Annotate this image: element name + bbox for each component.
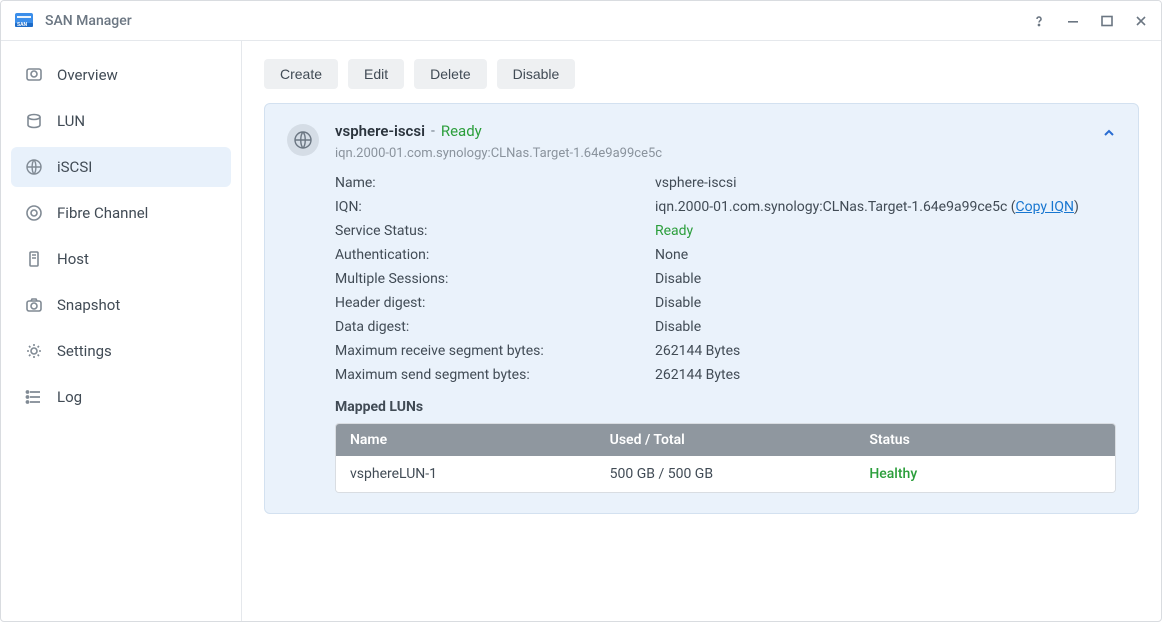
disk-icon [25, 112, 43, 130]
table-row[interactable]: vsphereLUN-1 500 GB / 500 GB Healthy [336, 456, 1115, 492]
field-sess-val: Disable [655, 271, 1116, 287]
svg-text:SAN: SAN [17, 22, 27, 28]
create-button[interactable]: Create [264, 59, 338, 89]
target-details: Name: vsphere-iscsi IQN: iqn.2000-01.com… [335, 175, 1116, 383]
table-header: Name Used / Total Status [336, 424, 1115, 456]
field-sess-key: Multiple Sessions: [335, 271, 655, 287]
minimize-icon[interactable] [1065, 13, 1081, 29]
body: Overview LUN iSCSI Fibre Channel Host Sn… [1, 41, 1161, 621]
col-used: Used / Total [596, 424, 856, 456]
field-data-key: Data digest: [335, 319, 655, 335]
content: Create Edit Delete Disable vsphere-iscsi… [242, 41, 1161, 621]
sidebar-item-settings[interactable]: Settings [11, 331, 231, 371]
toolbar: Create Edit Delete Disable [264, 59, 1139, 89]
field-mrs-val: 262144 Bytes [655, 343, 1116, 359]
sidebar-item-label: Snapshot [57, 296, 120, 314]
col-name: Name [336, 424, 596, 456]
delete-button[interactable]: Delete [414, 59, 486, 89]
dashboard-icon [25, 66, 43, 84]
disable-button[interactable]: Disable [497, 59, 576, 89]
field-name-val: vsphere-iscsi [655, 175, 1116, 191]
field-data-val: Disable [655, 319, 1116, 335]
field-hdr-val: Disable [655, 295, 1116, 311]
field-name-key: Name: [335, 175, 655, 191]
cell-status: Healthy [855, 456, 1115, 492]
field-iqn-val: iqn.2000-01.com.synology:CLNas.Target-1.… [655, 199, 1116, 215]
titlebar: SAN SAN Manager [1, 1, 1161, 41]
sidebar-item-snapshot[interactable]: Snapshot [11, 285, 231, 325]
sidebar-item-iscsi[interactable]: iSCSI [11, 147, 231, 187]
target-globe-icon [287, 124, 319, 156]
field-iqn-key: IQN: [335, 199, 655, 215]
camera-icon [25, 296, 43, 314]
target-iqn-subtitle: iqn.2000-01.com.synology:CLNas.Target-1.… [335, 146, 662, 161]
mapped-luns-heading: Mapped LUNs [335, 399, 1116, 415]
sidebar-item-lun[interactable]: LUN [11, 101, 231, 141]
copy-iqn-link[interactable]: Copy IQN [1016, 199, 1074, 215]
field-iqn-text: iqn.2000-01.com.synology:CLNas.Target-1.… [655, 199, 1007, 215]
field-mss-val: 262144 Bytes [655, 367, 1116, 383]
panel-header: vsphere-iscsi - Ready iqn.2000-01.com.sy… [287, 122, 1116, 161]
san-manager-window: SAN SAN Manager Overview LUN iSCSI [0, 0, 1162, 622]
field-mss-key: Maximum send segment bytes: [335, 367, 655, 383]
maximize-icon[interactable] [1099, 13, 1115, 29]
sidebar-item-label: Log [57, 388, 82, 406]
field-mrs-key: Maximum receive segment bytes: [335, 343, 655, 359]
cell-used: 500 GB / 500 GB [596, 456, 856, 492]
sidebar-item-host[interactable]: Host [11, 239, 231, 279]
close-icon[interactable] [1133, 13, 1149, 29]
col-status: Status [855, 424, 1115, 456]
app-icon: SAN [13, 10, 35, 32]
help-icon[interactable] [1031, 13, 1047, 29]
field-svc-key: Service Status: [335, 223, 655, 239]
field-svc-val: Ready [655, 223, 1116, 239]
gear-icon [25, 342, 43, 360]
field-auth-key: Authentication: [335, 247, 655, 263]
field-auth-val: None [655, 247, 1116, 263]
sidebar-item-label: Fibre Channel [57, 204, 148, 222]
sidebar: Overview LUN iSCSI Fibre Channel Host Sn… [1, 41, 242, 621]
panel-title-block: vsphere-iscsi - Ready iqn.2000-01.com.sy… [335, 122, 662, 161]
target-name: vsphere-iscsi [335, 122, 425, 140]
edit-button[interactable]: Edit [348, 59, 404, 89]
mapped-luns-table: Name Used / Total Status vsphereLUN-1 50… [335, 423, 1116, 493]
sidebar-item-label: LUN [57, 112, 85, 130]
sidebar-item-fibre[interactable]: Fibre Channel [11, 193, 231, 233]
sidebar-item-label: Host [57, 250, 89, 268]
list-icon [25, 388, 43, 406]
globe-icon [25, 158, 43, 176]
cell-name: vsphereLUN-1 [336, 456, 596, 492]
window-title: SAN Manager [45, 13, 132, 29]
sidebar-item-overview[interactable]: Overview [11, 55, 231, 95]
target-panel: vsphere-iscsi - Ready iqn.2000-01.com.sy… [264, 103, 1139, 514]
fibre-icon [25, 204, 43, 222]
sidebar-item-label: Settings [57, 342, 112, 360]
sidebar-item-log[interactable]: Log [11, 377, 231, 417]
sidebar-item-label: iSCSI [57, 158, 92, 176]
target-status: Ready [441, 122, 482, 140]
chevron-up-icon[interactable] [1102, 126, 1116, 144]
separator: - [431, 123, 435, 139]
window-controls [1031, 13, 1149, 29]
sidebar-item-label: Overview [57, 66, 118, 84]
field-hdr-key: Header digest: [335, 295, 655, 311]
host-icon [25, 250, 43, 268]
